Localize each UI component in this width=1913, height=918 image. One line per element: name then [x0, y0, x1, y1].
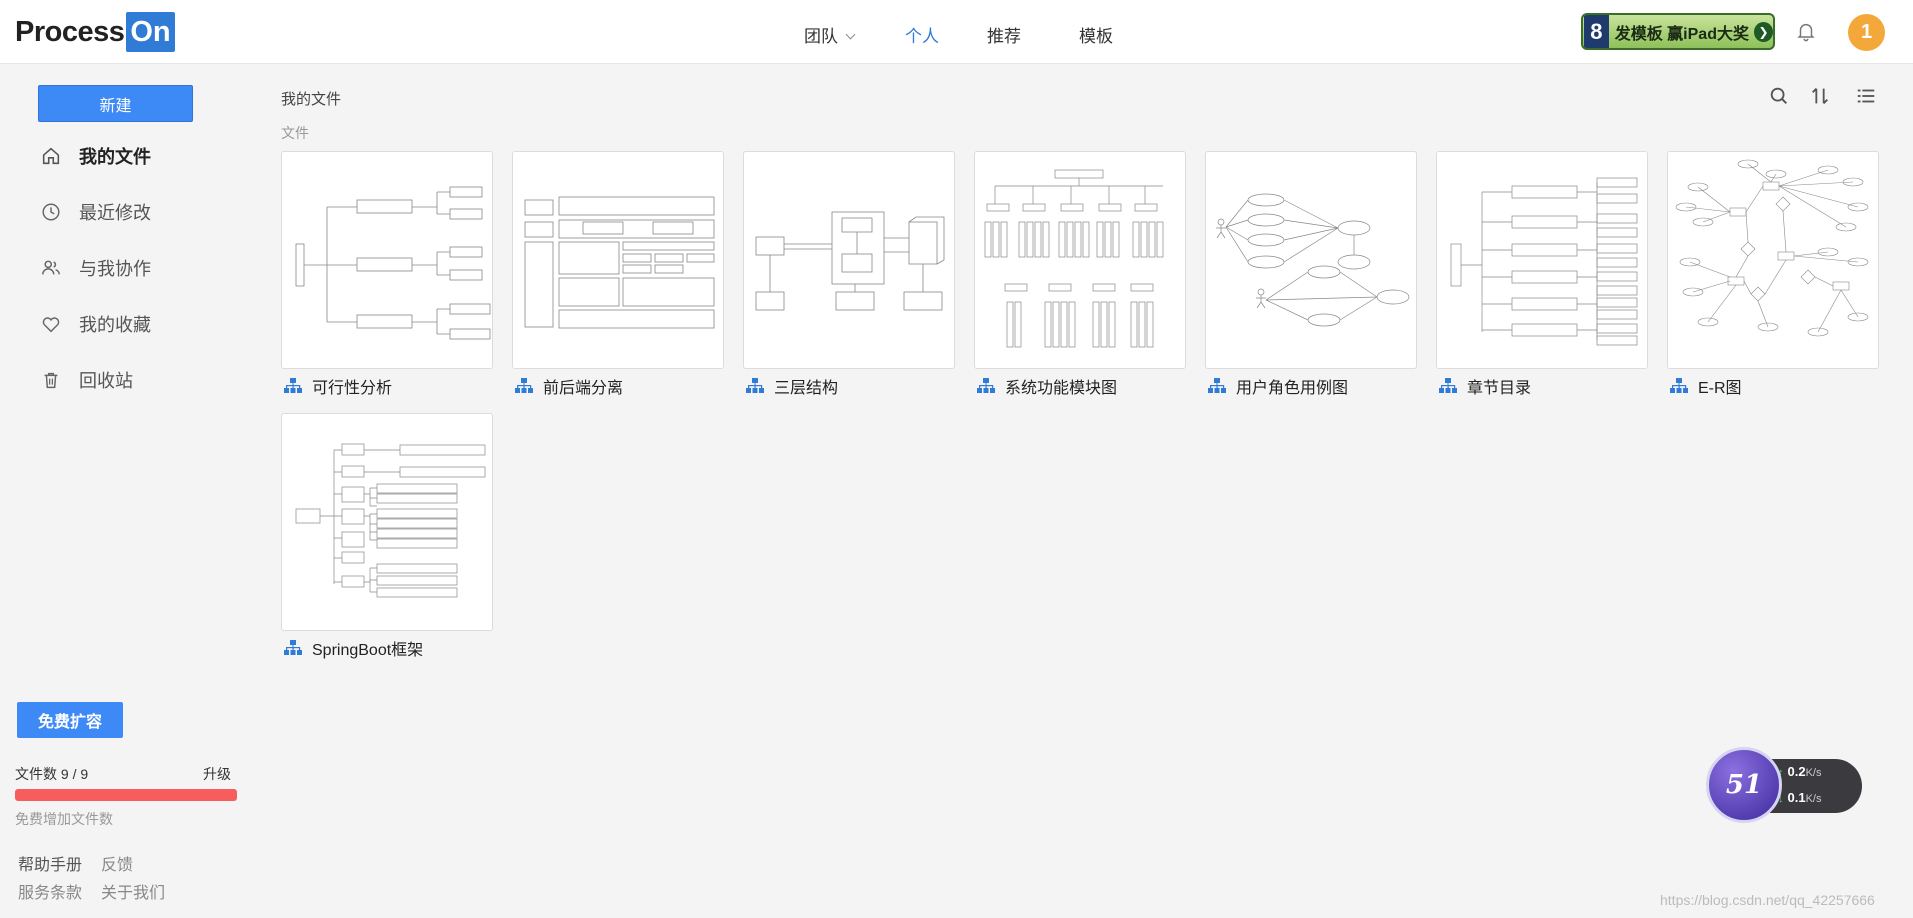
users-icon	[42, 260, 60, 275]
module-tree-thumbnail	[984, 169, 1164, 348]
home-icon	[42, 147, 60, 165]
sort-icon[interactable]	[1809, 85, 1831, 107]
upload-arrow-icon: ↑	[1778, 767, 1784, 779]
processon-logo[interactable]: Process On	[15, 12, 175, 52]
breadcrumb: 我的文件	[281, 91, 342, 108]
nav-templates[interactable]: 模板	[1079, 22, 1113, 47]
file-title[interactable]: SpringBoot框架	[281, 636, 423, 660]
sidebar-item-my-files[interactable]: 我的文件	[40, 141, 151, 171]
usecase-thumbnail	[1216, 193, 1410, 327]
feedback-link[interactable]: 反馈	[101, 851, 133, 875]
file-title-text: 可行性分析	[312, 380, 393, 397]
springboot-thumbnail	[295, 443, 486, 598]
file-count-progress-fill	[15, 789, 237, 801]
nav-recommend[interactable]: 推荐	[987, 22, 1021, 47]
sidebar-item-trash[interactable]: 回收站	[40, 365, 133, 395]
file-card-chapters[interactable]	[1436, 151, 1648, 369]
file-title-text: E-R图	[1698, 380, 1742, 397]
upgrade-link[interactable]: 升级	[203, 764, 231, 784]
file-title[interactable]: 章节目录	[1436, 374, 1531, 398]
ipad-promo-icon: 8	[1584, 15, 1609, 48]
help-manual-link[interactable]: 帮助手册	[18, 851, 82, 875]
section-label: 文件	[281, 125, 309, 141]
file-title[interactable]: 用户角色用例图	[1205, 374, 1348, 398]
promo-banner[interactable]: 8 发模板 赢iPad大奖 ❯	[1581, 13, 1775, 50]
download-arrow-icon: ↓	[1778, 793, 1784, 805]
new-button[interactable]: 新建	[38, 85, 193, 122]
logo-text-on: On	[126, 12, 175, 52]
chapters-thumbnail	[1450, 177, 1638, 346]
three-tier-thumbnail	[755, 211, 945, 311]
about-link[interactable]: 关于我们	[101, 879, 165, 903]
logo-text-process: Process	[15, 15, 125, 48]
flowchart-icon	[1208, 378, 1226, 393]
file-count: 文件数 9 / 9	[15, 766, 89, 782]
sidebar-item-label: 我的文件	[79, 147, 151, 167]
file-card-usecase[interactable]	[1205, 151, 1417, 369]
flowchart-icon	[1670, 378, 1688, 393]
chevron-down-icon	[845, 29, 856, 40]
file-title-text: 前后端分离	[543, 380, 624, 397]
clock-icon	[42, 203, 60, 221]
flowchart-icon	[284, 378, 302, 393]
nav-team-label: 团队	[804, 27, 838, 46]
flowchart-icon	[746, 378, 764, 393]
file-title-text: 用户角色用例图	[1236, 380, 1349, 397]
promo-text: 发模板 赢iPad大奖	[1614, 25, 1749, 43]
upload-speed: ↑ 0.2K/s	[1778, 764, 1821, 779]
file-title-text: SpringBoot框架	[312, 642, 424, 659]
free-increase-link[interactable]: 免费增加文件数	[15, 809, 113, 829]
sidebar-item-label: 与我协作	[79, 259, 151, 279]
file-title[interactable]: E-R图	[1667, 374, 1742, 398]
file-title[interactable]: 可行性分析	[281, 374, 392, 398]
file-title-text: 系统功能模块图	[1005, 380, 1118, 397]
trash-icon	[44, 372, 58, 389]
heart-icon	[42, 317, 60, 333]
upload-unit: K/s	[1805, 767, 1822, 779]
terms-link[interactable]: 服务条款	[18, 879, 82, 903]
flowchart-icon	[515, 378, 533, 393]
search-icon[interactable]	[1768, 85, 1790, 107]
file-title[interactable]: 三层结构	[743, 374, 838, 398]
list-view-icon[interactable]	[1855, 85, 1877, 107]
file-title-text: 三层结构	[774, 380, 839, 397]
architecture-thumbnail	[524, 196, 715, 329]
arrow-right-icon: ❯	[1753, 21, 1773, 42]
sidebar-item-label: 回收站	[79, 371, 133, 391]
flowchart-icon	[977, 378, 995, 393]
file-title[interactable]: 系统功能模块图	[974, 374, 1117, 398]
sidebar-item-favorites[interactable]: 我的收藏	[40, 309, 151, 339]
mindmap-thumbnail	[295, 186, 491, 340]
file-card-feasibility[interactable]	[281, 151, 493, 369]
avatar[interactable]: 1	[1848, 14, 1885, 51]
bell-icon[interactable]	[1795, 20, 1817, 42]
speed-badge: 51	[1706, 747, 1782, 823]
file-card-three-tier[interactable]	[743, 151, 955, 369]
free-expand-button[interactable]: 免费扩容	[17, 702, 123, 738]
file-card-module[interactable]	[974, 151, 1186, 369]
network-speed-widget[interactable]: 51 ↑ 0.2K/s ↓ 0.1K/s	[1706, 747, 1862, 823]
flowchart-icon	[1439, 378, 1457, 393]
file-count-progress	[15, 789, 237, 801]
download-speed: ↓ 0.1K/s	[1778, 790, 1821, 805]
er-thumbnail	[1675, 159, 1869, 337]
file-card-er[interactable]	[1667, 151, 1879, 369]
download-unit: K/s	[1805, 793, 1822, 805]
file-card-frontend-backend[interactable]	[512, 151, 724, 369]
flowchart-icon	[284, 640, 302, 655]
file-title[interactable]: 前后端分离	[512, 374, 623, 398]
sidebar-item-recent[interactable]: 最近修改	[40, 197, 151, 227]
watermark: https://blog.csdn.net/qq_42257666	[1660, 892, 1875, 908]
download-value: 0.1	[1787, 790, 1806, 805]
sidebar-item-shared[interactable]: 与我协作	[40, 253, 151, 283]
upload-value: 0.2	[1787, 764, 1806, 779]
nav-personal[interactable]: 个人	[905, 22, 939, 47]
file-title-text: 章节目录	[1467, 380, 1532, 397]
sidebar-item-label: 最近修改	[79, 203, 151, 223]
sidebar-item-label: 我的收藏	[79, 315, 151, 335]
file-card-springboot[interactable]	[281, 413, 493, 631]
nav-team[interactable]: 团队	[804, 22, 856, 47]
top-header: Process On 团队 个人 推荐 模板 8 发模板 赢iPad大奖 ❯ 1	[0, 0, 1913, 64]
